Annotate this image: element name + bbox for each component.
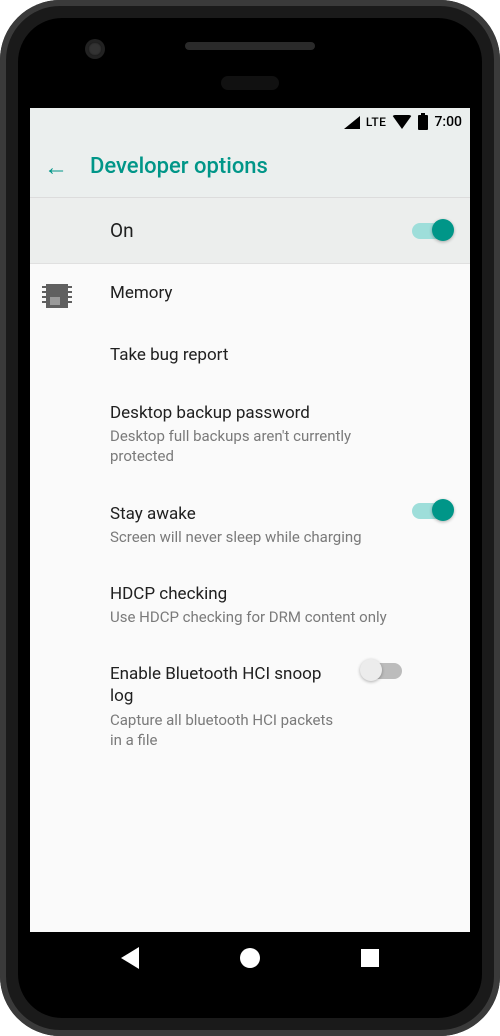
list-item-stay-awake[interactable]: Stay awake Screen will never sleep while… — [30, 485, 470, 565]
list-item-title: Desktop backup password — [110, 402, 392, 424]
list-item-title: HDCP checking — [110, 583, 392, 605]
list-item-subtitle: Use HDCP checking for DRM content only — [110, 607, 392, 627]
wifi-icon — [392, 115, 412, 129]
cellular-signal-icon — [344, 116, 360, 129]
list-item-memory[interactable]: Memory — [30, 264, 470, 326]
master-toggle-switch[interactable] — [412, 223, 452, 239]
list-item-subtitle: Desktop full backups aren't currently pr… — [110, 426, 392, 467]
earpiece-speaker — [185, 42, 315, 50]
proximity-sensor — [221, 76, 279, 90]
nav-home-icon[interactable] — [240, 948, 260, 968]
list-item-bt-snoop[interactable]: Enable Bluetooth HCI snoop log Capture a… — [30, 645, 470, 768]
app-bar: ← Developer options — [30, 136, 470, 198]
phone-top-hardware — [18, 18, 482, 98]
battery-icon — [418, 115, 428, 130]
front-camera — [88, 42, 102, 56]
page-title: Developer options — [90, 154, 268, 179]
list-item-hdcp[interactable]: HDCP checking Use HDCP checking for DRM … — [30, 565, 470, 645]
list-item-title: Stay awake — [110, 503, 392, 525]
list-item-subtitle: Screen will never sleep while charging — [110, 527, 392, 547]
list-item-bug-report[interactable]: Take bug report — [30, 326, 470, 384]
list-item-subtitle: Capture all bluetooth HCI packets in a f… — [110, 710, 342, 751]
phone-frame: LTE 7:00 ← Developer options On — [0, 0, 500, 1036]
list-item-title: Take bug report — [110, 344, 392, 366]
screen: LTE 7:00 ← Developer options On — [30, 108, 470, 932]
bt-snoop-switch[interactable] — [362, 663, 402, 679]
back-arrow-icon[interactable]: ← — [44, 155, 68, 179]
list-item-desktop-backup[interactable]: Desktop backup password Desktop full bac… — [30, 384, 470, 485]
stay-awake-switch[interactable] — [412, 503, 452, 519]
system-nav-bar — [30, 932, 470, 984]
list-item-title: Enable Bluetooth HCI snoop log — [110, 663, 342, 707]
nav-back-icon[interactable] — [121, 947, 139, 969]
list-item-title: Memory — [110, 282, 392, 304]
memory-chip-icon — [46, 284, 68, 308]
network-type-label: LTE — [366, 115, 387, 129]
clock-label: 7:00 — [434, 114, 462, 130]
master-toggle-row[interactable]: On — [30, 198, 470, 264]
phone-inner: LTE 7:00 ← Developer options On — [18, 18, 482, 1018]
settings-list[interactable]: Memory Take bug report Desktop backup pa… — [30, 264, 470, 932]
nav-recent-icon[interactable] — [361, 949, 379, 967]
status-bar: LTE 7:00 — [30, 108, 470, 136]
master-toggle-label: On — [110, 219, 412, 242]
